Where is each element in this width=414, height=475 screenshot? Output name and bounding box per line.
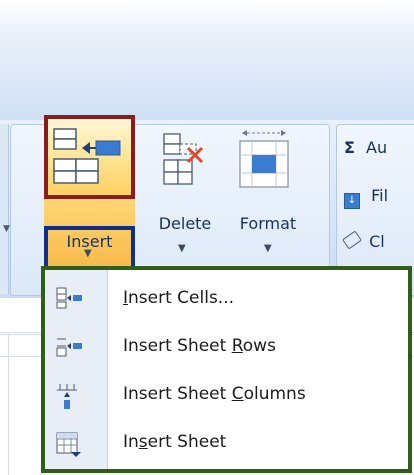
clear-button[interactable]: Cl — [342, 230, 385, 251]
insert-cells-icon — [56, 287, 82, 309]
menu-item-insert-cells[interactable]: Insert Cells... — [45, 276, 408, 324]
eraser-icon — [342, 230, 362, 250]
fill-down-icon: ↓ — [344, 193, 360, 209]
delete-cells-icon — [163, 133, 204, 185]
autosum-label: Au — [366, 138, 388, 157]
format-button[interactable]: Format — [228, 214, 308, 233]
menu-item-insert-sheet-rows[interactable]: Insert Sheet Rows — [45, 324, 408, 372]
menu-item-label: Insert Cells... — [123, 288, 235, 308]
clear-label: Cl — [369, 232, 385, 251]
grid-line — [8, 334, 9, 475]
fill-label: Fil — [371, 186, 389, 205]
insert-button[interactable] — [44, 115, 135, 199]
delete-button[interactable]: Delete — [146, 214, 224, 233]
chevron-down-icon[interactable]: ▼ — [178, 243, 186, 254]
chevron-down-icon: ▼ — [84, 248, 92, 259]
autosum-button[interactable]: Σ Au — [344, 138, 387, 157]
fill-button[interactable]: ↓ Fil — [344, 186, 388, 209]
menu-item-label: Insert Sheet — [123, 432, 227, 452]
ribbon-tab-strip — [0, 58, 414, 121]
sigma-icon: Σ — [344, 138, 355, 157]
title-bar — [0, 0, 414, 58]
menu-item-label: Insert Sheet Rows — [123, 336, 276, 356]
insert-sheet-icon — [56, 432, 81, 457]
insert-dropdown-menu: Insert Cells... Insert Sheet Rows Insert… — [41, 266, 412, 473]
menu-item-insert-sheet[interactable]: Insert Sheet — [45, 420, 408, 468]
menu-item-label: Insert Sheet Columns — [123, 384, 306, 404]
chevron-down-icon[interactable]: ▼ — [3, 224, 10, 234]
insert-cells-large-icon — [53, 128, 121, 184]
format-cells-icon — [239, 130, 289, 188]
chevron-down-icon[interactable]: ▼ — [264, 243, 272, 254]
previous-group-edge — [0, 124, 9, 294]
insert-sheet-rows-icon — [56, 338, 82, 357]
insert-sheet-columns-icon — [57, 384, 77, 409]
menu-item-insert-sheet-columns[interactable]: Insert Sheet Columns — [45, 372, 408, 420]
